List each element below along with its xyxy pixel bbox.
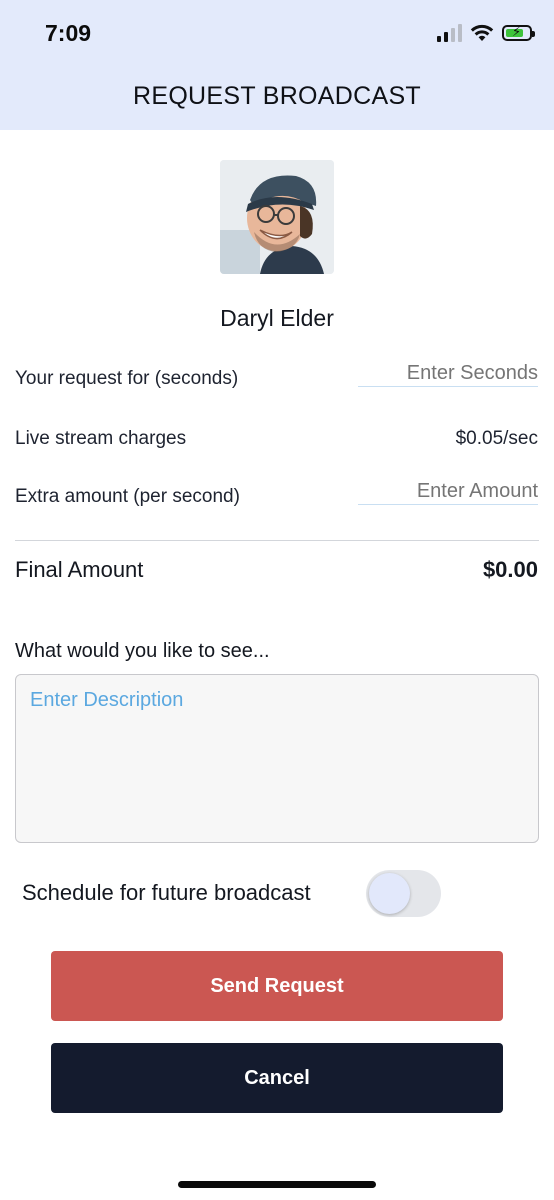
signal-icon: [437, 24, 462, 42]
status-time: 7:09: [45, 20, 92, 46]
app-header: 7:09 ⚡ REQUEST BROADCAST: [0, 0, 554, 130]
request-seconds-label: Your request for (seconds): [15, 368, 239, 389]
avatar: [220, 160, 334, 274]
schedule-toggle[interactable]: [366, 870, 441, 917]
description-label: What would you like to see...: [15, 640, 270, 662]
user-name: Daryl Elder: [220, 305, 334, 331]
send-request-button[interactable]: Send Request: [51, 951, 503, 1021]
extra-amount-label: Extra amount (per second): [15, 486, 240, 507]
cancel-button[interactable]: Cancel: [51, 1043, 503, 1113]
description-field[interactable]: [15, 674, 539, 843]
page-title: REQUEST BROADCAST: [132, 82, 422, 110]
seconds-input[interactable]: [358, 362, 538, 387]
final-amount-value: $0.00: [482, 557, 538, 582]
wifi-icon: [470, 24, 494, 41]
charges-value: $0.05/sec: [455, 428, 538, 449]
final-amount-label: Final Amount: [15, 557, 144, 582]
schedule-label: Schedule for future broadcast: [22, 880, 311, 905]
divider: [15, 540, 539, 541]
toggle-knob: [369, 873, 410, 914]
charges-label: Live stream charges: [15, 428, 187, 449]
battery-charging-icon: ⚡: [502, 24, 535, 41]
home-indicator: [178, 1181, 376, 1188]
amount-input[interactable]: [358, 480, 538, 505]
status-icons: ⚡: [437, 22, 535, 44]
